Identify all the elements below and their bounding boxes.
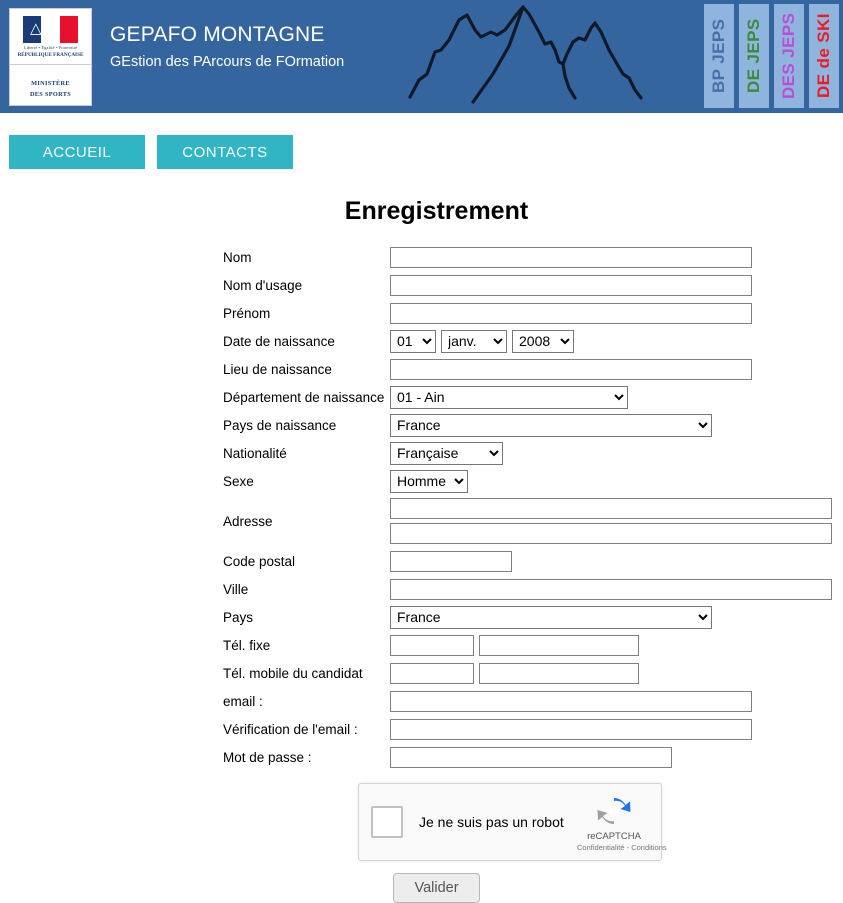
marianne-icon: △	[29, 20, 42, 37]
badge-de-jeps-label: DE JEPS	[744, 18, 763, 94]
adresse-line2-input[interactable]	[390, 523, 832, 544]
brand: GEPAFO MONTAGNE GEstion des PArcours de …	[110, 23, 344, 72]
label-nom: Nom	[223, 249, 252, 265]
label-code-postal: Code postal	[223, 553, 296, 569]
badge-de-ski-label: DE de SKI	[814, 13, 833, 99]
badge-bp-jeps: BP JEPS	[704, 4, 734, 108]
badge-de-jeps: DE JEPS	[739, 4, 769, 108]
label-adresse: Adresse	[223, 513, 273, 529]
code-postal-input[interactable]	[390, 550, 512, 572]
field-row-departement-naissance: Département de naissance 01 - Ain	[223, 383, 843, 411]
label-lieu-naissance: Lieu de naissance	[223, 361, 332, 377]
sexe-select[interactable]: Homme	[390, 469, 468, 493]
field-row-nationalite: Nationalité Française	[223, 439, 843, 467]
field-row-ville: Ville	[223, 575, 843, 603]
label-email-verif: Vérification de l'email :	[223, 721, 358, 737]
field-row-tel-fixe: Tél. fixe	[223, 631, 843, 659]
recaptcha-logo-icon	[597, 798, 631, 824]
logo-republic: RÉPUBLIQUE FRANÇAISE	[17, 51, 84, 58]
page-title: Enregistrement	[344, 197, 529, 225]
label-email: email :	[223, 693, 263, 709]
logo-ministry: MINISTÈRE DES SPORTS	[30, 78, 71, 100]
field-row-sexe: Sexe Homme	[223, 467, 843, 495]
recaptcha-branding: reCAPTCHA Confidentialité - Conditions	[577, 792, 667, 852]
adresse-line1-input[interactable]	[390, 498, 832, 519]
field-row-email: email :	[223, 687, 843, 715]
recaptcha-label: Je ne suis pas un robot	[419, 814, 564, 830]
app-subtitle: GEstion des PArcours de FOrmation	[110, 54, 345, 70]
logo-devise: Liberté • Égalité • Fraternité	[23, 45, 78, 50]
label-nom-usage: Nom d'usage	[223, 277, 303, 293]
ville-input[interactable]	[390, 578, 832, 600]
label-pays-naissance: Pays de naissance	[223, 417, 337, 433]
birth-month-select[interactable]: janv.	[441, 329, 507, 353]
field-row-pays: Pays France	[223, 603, 843, 631]
email-verif-input[interactable]	[390, 718, 752, 740]
tel-fixe-indicatif-input[interactable]	[390, 634, 474, 656]
recaptcha-widget[interactable]: Je ne suis pas un robot reCAPTCHA Confid…	[358, 783, 667, 861]
recaptcha-links[interactable]: Confidentialité - Conditions	[577, 843, 667, 852]
nom-usage-input[interactable]	[390, 274, 752, 296]
field-row-prenom: Prénom	[223, 299, 843, 327]
label-tel-fixe: Tél. fixe	[223, 637, 271, 653]
prenom-input[interactable]	[390, 302, 752, 324]
field-row-email-verif: Vérification de l'email :	[223, 715, 843, 743]
field-row-nom-usage: Nom d'usage	[223, 271, 843, 299]
pays-select[interactable]: France	[390, 605, 712, 629]
main-navigation: ACCUEIL CONTACTS	[0, 113, 843, 169]
logo-divider	[10, 63, 91, 65]
label-prenom: Prénom	[223, 305, 271, 321]
nav-item-contacts[interactable]: CONTACTS	[157, 135, 293, 169]
field-row-code-postal: Code postal	[223, 547, 843, 575]
field-row-tel-mobile: Tél. mobile du candidat	[223, 659, 843, 687]
lieu-naissance-input[interactable]	[390, 358, 752, 380]
birth-year-select[interactable]: 2008	[512, 329, 574, 353]
badge-des-jeps: DES JEPS	[774, 4, 804, 108]
field-row-lieu-naissance: Lieu de naissance	[223, 355, 843, 383]
badge-des-jeps-label: DES JEPS	[779, 12, 798, 100]
badge-bp-jeps-label: BP JEPS	[709, 18, 728, 94]
field-row-adresse: Adresse	[223, 495, 843, 547]
pays-naissance-select[interactable]: France	[390, 413, 712, 437]
logo-ministry-line1: MINISTÈRE	[31, 79, 70, 87]
recaptcha-checkbox[interactable]	[371, 806, 403, 838]
valider-button[interactable]: Valider	[393, 873, 480, 903]
tel-mobile-numero-input[interactable]	[479, 662, 639, 684]
mountains-icon	[408, 5, 643, 104]
captcha-container: Je ne suis pas un robot reCAPTCHA Confid…	[0, 783, 843, 861]
label-nationalite: Nationalité	[223, 445, 287, 461]
logo-ministry-line2: DES SPORTS	[29, 90, 72, 98]
label-sexe: Sexe	[223, 473, 254, 489]
label-ville: Ville	[223, 581, 249, 597]
diploma-badges: BP JEPS DE JEPS DES JEPS DE de SKI	[704, 4, 839, 108]
mot-de-passe-input[interactable]	[390, 746, 672, 768]
registration-form: Nom Nom d'usage Prénom Date de naissance…	[0, 243, 843, 771]
label-pays: Pays	[223, 609, 254, 625]
nav-item-accueil[interactable]: ACCUEIL	[9, 135, 145, 169]
nationalite-select[interactable]: Française	[390, 441, 503, 465]
email-input[interactable]	[390, 690, 752, 712]
label-tel-mobile: Tél. mobile du candidat	[223, 665, 363, 681]
label-date-naissance: Date de naissance	[223, 333, 335, 349]
badge-de-ski: DE de SKI	[809, 4, 839, 108]
nom-input[interactable]	[390, 246, 752, 268]
app-title: GEPAFO MONTAGNE	[110, 23, 325, 46]
ministry-logo: △ Liberté • Égalité • Fraternité RÉPUBLI…	[9, 8, 92, 106]
label-departement-naissance: Département de naissance	[223, 389, 385, 405]
field-row-mot-de-passe: Mot de passe :	[223, 743, 843, 771]
field-row-pays-naissance: Pays de naissance France	[223, 411, 843, 439]
label-mot-de-passe: Mot de passe :	[223, 749, 312, 765]
birth-day-select[interactable]: 01	[390, 329, 436, 353]
tel-mobile-indicatif-input[interactable]	[390, 662, 474, 684]
departement-naissance-select[interactable]: 01 - Ain	[390, 385, 628, 409]
field-row-date-naissance: Date de naissance 01 janv. 2008	[223, 327, 843, 355]
field-row-nom: Nom	[223, 243, 843, 271]
submit-container: Valider	[0, 873, 843, 903]
site-header: △ Liberté • Égalité • Fraternité RÉPUBLI…	[0, 0, 843, 113]
tel-fixe-numero-input[interactable]	[479, 634, 639, 656]
recaptcha-brand-name: reCAPTCHA	[587, 831, 641, 842]
french-flag-icon: △	[22, 16, 79, 43]
